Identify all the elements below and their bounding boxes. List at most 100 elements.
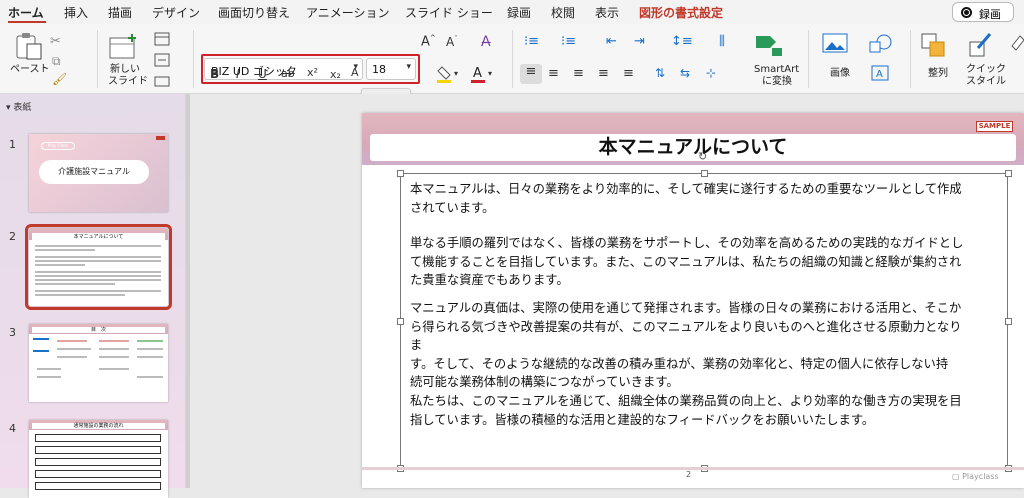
resize-handle[interactable] xyxy=(397,318,404,325)
change-case-icon[interactable]: A xyxy=(351,66,359,79)
shrink-font-icon[interactable]: Aˇ xyxy=(446,35,458,49)
quick-styles-icon[interactable] xyxy=(966,32,996,60)
tab-record[interactable]: 録画 xyxy=(507,4,531,21)
tab-draw[interactable]: 描画 xyxy=(108,4,132,21)
font-size-select[interactable]: 18 ▾ xyxy=(366,58,416,80)
thumb-title: 通常施設の業務の流れ xyxy=(32,423,165,429)
shapes-icon[interactable] xyxy=(868,32,896,56)
slide-thumbnail-1[interactable]: Play Class 介護施設マニュアル xyxy=(29,134,168,212)
grow-font-icon[interactable]: A^ xyxy=(421,34,436,49)
text-box-icon[interactable]: A xyxy=(868,64,896,84)
text-line: マニュアルの真価は、実際の使用を通じて発揮されます。皆様の日々の業務における活用… xyxy=(410,301,962,315)
align-text-icon[interactable]: ⇆ xyxy=(680,66,690,80)
clipboard-icon[interactable] xyxy=(14,32,44,62)
strikethrough-button[interactable]: ab xyxy=(281,67,295,80)
slide-title[interactable]: 本マニュアルについて xyxy=(370,134,1016,161)
tab-view[interactable]: 表示 xyxy=(595,4,619,21)
arrange-icon[interactable] xyxy=(920,32,950,60)
slide-2[interactable]: SAMPLE 本マニュアルについて ↻ 本マニュアルは、日々の業務をより効率的に… xyxy=(362,113,1024,488)
smartart-label-1: SmartArt xyxy=(754,64,800,75)
numbering-icon[interactable]: ⁝≡ xyxy=(561,34,576,49)
thumb-title: 本マニュアルについて xyxy=(32,233,165,241)
tab-transitions[interactable]: 画面切り替え xyxy=(218,4,290,21)
ribbon-toolbar: ペースト ✂ ⧉ 🖌 新しい スライド BIZ UD ゴシック ▾ 18 ▾ A… xyxy=(0,24,1024,106)
resize-handle[interactable] xyxy=(701,170,708,177)
thumb-text-line xyxy=(99,340,129,342)
thumb-text-line xyxy=(57,356,87,358)
shape-fill-icon[interactable] xyxy=(1010,32,1024,58)
separator xyxy=(512,30,513,88)
slide-number: 1 xyxy=(9,138,16,151)
thumb-list-icon xyxy=(33,338,49,352)
tab-insert[interactable]: 挿入 xyxy=(64,4,88,21)
align-right-button[interactable]: ≡ xyxy=(573,66,584,81)
justify-button[interactable]: ≡ xyxy=(598,66,609,81)
section-header[interactable]: ▾ 表紙 xyxy=(6,100,31,113)
tab-home[interactable]: ホーム xyxy=(8,4,44,21)
slide-thumbnail-2[interactable]: 本マニュアルについて xyxy=(25,224,172,310)
highlight-icon[interactable]: ▾ xyxy=(436,64,462,84)
copy-icon[interactable]: ⧉ xyxy=(52,54,61,69)
decrease-indent-icon[interactable]: ⇤ xyxy=(606,34,617,49)
thumb-text-line xyxy=(35,279,161,281)
footer-logo-text: Playclass xyxy=(962,472,999,481)
separator xyxy=(910,30,911,88)
thumb-text-line xyxy=(35,271,161,273)
slide-thumbnail-4[interactable]: 通常施設の業務の流れ xyxy=(29,420,168,498)
subscript-button[interactable]: x₂ xyxy=(330,68,341,81)
svg-text:▾: ▾ xyxy=(454,69,458,78)
thumb-flow-row xyxy=(35,482,161,490)
thumb-text-line xyxy=(35,264,85,266)
thumb-text-line xyxy=(35,283,115,285)
record-icon xyxy=(961,7,972,18)
clear-format-icon[interactable]: A̶ xyxy=(481,34,491,50)
picture-label: 画像 xyxy=(830,68,850,79)
chevron-down-icon: ▾ xyxy=(406,62,411,72)
tab-slideshow[interactable]: スライド ショー xyxy=(405,4,493,21)
thumb-text-line xyxy=(137,348,163,350)
resize-handle[interactable] xyxy=(1005,318,1012,325)
thumb-text-line xyxy=(35,256,161,258)
text-box-align-icon[interactable]: ⊹ xyxy=(706,66,716,80)
tab-review[interactable]: 校閲 xyxy=(551,4,575,21)
record-button[interactable]: 録画 xyxy=(952,2,1014,22)
slide-thumbnail-3[interactable]: 目 次 xyxy=(29,324,168,402)
increase-indent-icon[interactable]: ⇥ xyxy=(634,34,645,49)
slide-footer-line xyxy=(362,467,1024,470)
line-spacing-icon[interactable]: ↕≡ xyxy=(671,34,693,49)
columns-icon[interactable]: ⫼ xyxy=(719,34,725,49)
section-icon[interactable] xyxy=(154,74,170,88)
align-left-button[interactable]: ≡ xyxy=(520,64,542,84)
paragraph-4: 私たちは、このマニュアルを通じて、組織全体の業務品質の向上と、より効率的な働き方… xyxy=(410,392,970,429)
bullets-icon[interactable]: ⁝≡ xyxy=(524,34,539,49)
layout-icon[interactable] xyxy=(154,32,170,46)
paste-label: ペースト xyxy=(10,64,50,75)
font-color-icon[interactable]: A ▾ xyxy=(470,64,496,84)
text-line: 単なる手順の羅列ではなく、皆様の業務をサポートし、その効率を高めるための実践的な… xyxy=(410,236,964,250)
new-slide-icon[interactable] xyxy=(106,32,140,62)
cut-icon[interactable]: ✂ xyxy=(50,34,61,49)
text-direction-icon[interactable]: ⇅ xyxy=(655,66,665,80)
rotate-handle-icon[interactable]: ↻ xyxy=(698,150,707,163)
italic-button[interactable]: I xyxy=(236,67,240,81)
bold-button[interactable]: B xyxy=(210,67,219,81)
align-center-button[interactable]: ≡ xyxy=(548,66,559,81)
record-button-label: 録画 xyxy=(979,8,1001,21)
distributed-button[interactable]: ≡ xyxy=(623,66,634,81)
picture-icon[interactable] xyxy=(822,32,850,56)
tab-shape-format[interactable]: 図形の書式設定 xyxy=(639,4,723,21)
reset-icon[interactable] xyxy=(154,53,170,67)
format-painter-icon[interactable]: 🖌 xyxy=(52,72,67,86)
resize-handle[interactable] xyxy=(1005,170,1012,177)
tab-animations[interactable]: アニメーション xyxy=(306,4,390,21)
thumb-text-line xyxy=(37,368,61,370)
thumb-text-line xyxy=(57,340,87,342)
superscript-button[interactable]: x² xyxy=(307,66,318,79)
resize-handle[interactable] xyxy=(397,170,404,177)
tab-design[interactable]: デザイン xyxy=(152,4,200,21)
smartart-icon[interactable] xyxy=(754,32,784,58)
thumb-text-line xyxy=(99,348,129,350)
thumb-text-line xyxy=(137,356,163,358)
active-tab-indicator xyxy=(8,21,46,23)
underline-button[interactable]: U xyxy=(258,67,267,81)
